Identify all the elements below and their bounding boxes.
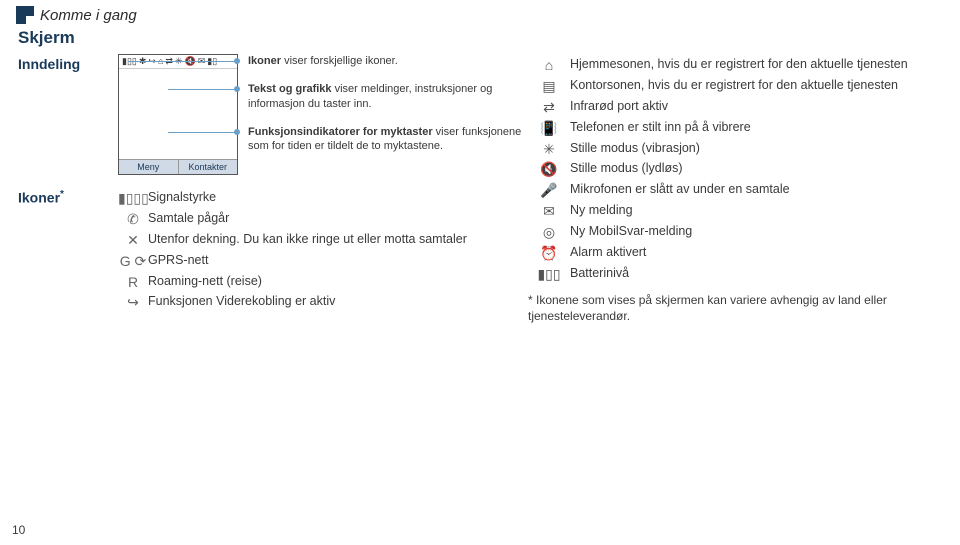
office-zone-icon: ▤ xyxy=(528,77,570,96)
legend-vibrate: 📳 Telefonen er stilt inn på å vibrere xyxy=(528,119,948,138)
legend-irda: ⇄ Infrarød port aktiv xyxy=(528,98,948,117)
phone-status-row: ▮▯▯ ✱ ↪ ⌂ ⇄ ✳ 🔇 ✉ ▮▯ xyxy=(119,55,237,69)
left-column: Inndeling ▮▯▯ ✱ ↪ ⌂ ⇄ ✳ 🔇 ✉ ▮▯ xyxy=(18,54,528,326)
layout-row: Inndeling ▮▯▯ ✱ ↪ ⌂ ⇄ ✳ 🔇 ✉ ▮▯ xyxy=(18,54,528,175)
infrared-icon: ⇄ xyxy=(528,98,570,117)
new-message-icon: ✉ xyxy=(528,202,570,221)
breadcrumb-title: Komme i gang xyxy=(40,7,137,24)
legend-alarm: ⏰ Alarm aktivert xyxy=(528,244,948,263)
silent-vibrate-icon: ✳ xyxy=(528,140,570,159)
softkey-right: Kontakter xyxy=(179,160,238,174)
display-diagram: ▮▯▯ ✱ ↪ ⌂ ⇄ ✳ 🔇 ✉ ▮▯ Meny Kontakter xyxy=(118,54,528,175)
corner-decoration xyxy=(16,6,36,24)
softkey-left: Meny xyxy=(119,160,179,174)
legend-text: Signalstyrke xyxy=(148,189,528,206)
left-icon-legend: ▮▯▯▯ Signalstyrke ✆ Samtale pågår ✕ Uten… xyxy=(118,187,528,314)
legend-text: Ny melding xyxy=(570,202,948,219)
legend-text: Funksjonen Viderekobling er aktiv xyxy=(148,293,528,310)
call-active-icon: ✆ xyxy=(118,210,148,229)
legend-text: Ny MobilSvar-melding xyxy=(570,223,948,240)
legend-mic-mute: 🎤 Mikrofonen er slått av under en samtal… xyxy=(528,181,948,200)
callout-title: Tekst og grafikk xyxy=(248,83,332,95)
legend-text: Mikrofonen er slått av under en samtale xyxy=(570,181,948,198)
callout-softkey-indicators: Funksjonsindikatorer for myktaster viser… xyxy=(248,125,528,154)
legend-text: Stille modus (vibrasjon) xyxy=(570,140,948,157)
breadcrumb-bar: Komme i gang xyxy=(0,0,960,26)
legend-text: Utenfor dekning. Du kan ikke ringe ut el… xyxy=(148,231,528,248)
legend-text: Batterinivå xyxy=(570,265,948,282)
signal-strength-icon: ▮▯▯▯ xyxy=(118,189,148,208)
home-zone-icon: ⌂ xyxy=(528,56,570,75)
phone-main-area xyxy=(119,69,237,159)
legend-text: Stille modus (lydløs) xyxy=(570,160,948,177)
callout-title: Funksjonsindikatorer for myktaster xyxy=(248,126,433,138)
callouts: Ikoner viser forskjellige ikoner. Tekst … xyxy=(248,54,528,167)
icons-row: Ikoner* ▮▯▯▯ Signalstyrke ✆ Samtale pågå… xyxy=(18,187,528,314)
layout-label: Inndeling xyxy=(18,54,118,175)
legend-call: ✆ Samtale pågår xyxy=(118,210,528,229)
no-coverage-icon: ✕ xyxy=(118,231,148,250)
legend-silent: 🔇 Stille modus (lydløs) xyxy=(528,160,948,179)
legend-no-coverage: ✕ Utenfor dekning. Du kan ikke ringe ut … xyxy=(118,231,528,250)
right-column: ⌂ Hjemmesonen, hvis du er registrert for… xyxy=(528,54,948,326)
page-content: Inndeling ▮▯▯ ✱ ↪ ⌂ ⇄ ✳ 🔇 ✉ ▮▯ xyxy=(0,54,960,326)
legend-text: Hjemmesonen, hvis du er registrert for d… xyxy=(570,56,948,73)
mic-mute-icon: 🎤 xyxy=(528,181,570,200)
gprs-icon: G ⟳ xyxy=(118,252,148,271)
silent-icon: 🔇 xyxy=(528,160,570,179)
legend-officezone: ▤ Kontorsonen, hvis du er registrert for… xyxy=(528,77,948,96)
legend-battery: ▮▯▯ Batterinivå xyxy=(528,265,948,284)
callout-desc: viser forskjellige ikoner. xyxy=(284,55,398,67)
legend-voicemail: ◎ Ny MobilSvar-melding xyxy=(528,223,948,242)
footnote: * Ikonene som vises på skjermen kan vari… xyxy=(528,292,948,324)
legend-text: GPRS-nett xyxy=(148,252,528,269)
callout-text-graphics: Tekst og grafikk viser meldinger, instru… xyxy=(248,82,528,111)
roaming-icon: R xyxy=(118,273,148,292)
legend-roaming: R Roaming-nett (reise) xyxy=(118,273,528,292)
legend-new-message: ✉ Ny melding xyxy=(528,202,948,221)
legend-text: Infrarød port aktiv xyxy=(570,98,948,115)
battery-level-icon: ▮▯▯ xyxy=(528,265,570,284)
phone-softkeys: Meny Kontakter xyxy=(119,159,237,174)
legend-gprs: G ⟳ GPRS-nett xyxy=(118,252,528,271)
icons-label: Ikoner* xyxy=(18,187,118,314)
vibrate-mode-icon: 📳 xyxy=(528,119,570,138)
section-title: Skjerm xyxy=(0,26,960,54)
page-number: 10 xyxy=(12,523,25,537)
legend-signal: ▮▯▯▯ Signalstyrke xyxy=(118,189,528,208)
legend-text: Kontorsonen, hvis du er registrert for d… xyxy=(570,77,948,94)
callout-icons: Ikoner viser forskjellige ikoner. xyxy=(248,54,528,68)
legend-text: Telefonen er stilt inn på å vibrere xyxy=(570,119,948,136)
voicemail-icon: ◎ xyxy=(528,223,570,242)
phone-screen: ▮▯▯ ✱ ↪ ⌂ ⇄ ✳ 🔇 ✉ ▮▯ Meny Kontakter xyxy=(118,54,238,175)
legend-silent-vibrate: ✳ Stille modus (vibrasjon) xyxy=(528,140,948,159)
call-forward-icon: ↪ xyxy=(118,293,148,312)
alarm-icon: ⏰ xyxy=(528,244,570,263)
legend-text: Alarm aktivert xyxy=(570,244,948,261)
legend-homezone: ⌂ Hjemmesonen, hvis du er registrert for… xyxy=(528,56,948,75)
legend-forwarding: ↪ Funksjonen Viderekobling er aktiv xyxy=(118,293,528,312)
callout-title: Ikoner xyxy=(248,55,281,67)
legend-text: Roaming-nett (reise) xyxy=(148,273,528,290)
legend-text: Samtale pågår xyxy=(148,210,528,227)
